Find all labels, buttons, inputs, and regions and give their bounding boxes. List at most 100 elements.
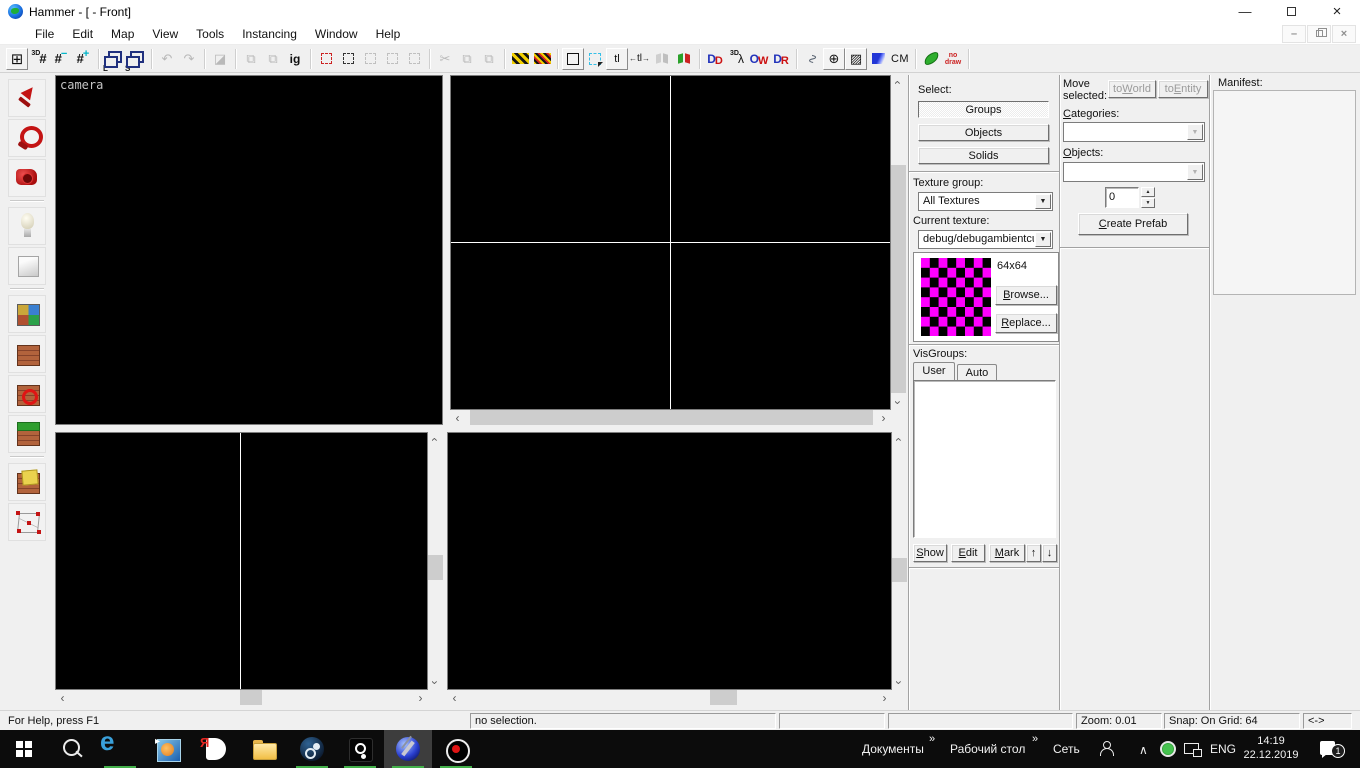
overlay-tool[interactable] xyxy=(8,415,46,453)
prefab-count-field[interactable]: 0 xyxy=(1105,187,1139,208)
toggle-models-2d-icon[interactable]: 3Dλ xyxy=(726,48,748,70)
replace-button[interactable]: Replace... xyxy=(995,313,1057,333)
taskbar-media-player-icon[interactable]: ▸ xyxy=(144,730,192,768)
menu-item-edit[interactable]: Edit xyxy=(63,24,102,44)
displacement-mask-icon[interactable]: ∿ xyxy=(801,48,823,70)
scroll-right-icon[interactable]: › xyxy=(876,410,891,425)
cut-icon[interactable]: ✂ xyxy=(434,48,456,70)
select-objects-button[interactable]: Objects xyxy=(918,124,1049,141)
taskbar-steam-game-icon[interactable] xyxy=(336,730,384,768)
recording-status-icon[interactable] xyxy=(1160,741,1176,757)
select-groups-button[interactable]: Groups xyxy=(918,101,1049,118)
viewport-2d-top-right[interactable] xyxy=(450,75,891,410)
ignore-groups-icon[interactable]: ig xyxy=(284,48,306,70)
chevron-down-icon[interactable]: ▼ xyxy=(1035,232,1051,247)
select-touching-icon[interactable] xyxy=(315,48,337,70)
toggle-detail-dr-icon[interactable]: DR xyxy=(770,48,792,70)
search-button[interactable] xyxy=(48,730,96,768)
cordon-hatch-icon[interactable]: ▨ xyxy=(845,48,867,70)
start-button[interactable] xyxy=(0,730,48,768)
smoothing-groups-leaf-icon[interactable] xyxy=(920,48,942,70)
no-draw-icon[interactable]: nodraw xyxy=(942,48,964,70)
mdi-restore-button[interactable] xyxy=(1307,25,1331,43)
browse-button[interactable]: Browse... xyxy=(995,285,1057,305)
cordon-sphere-icon[interactable]: ⊕ xyxy=(823,48,845,70)
scroll-right-icon[interactable]: › xyxy=(877,690,892,705)
hide-selected-icon[interactable] xyxy=(359,48,381,70)
clipping-tool[interactable] xyxy=(8,463,46,501)
scroll-down-icon[interactable]: › xyxy=(428,675,443,690)
close-button[interactable]: × xyxy=(1314,0,1360,23)
grid-larger-icon[interactable]: #+ xyxy=(72,48,94,70)
texture-preview-image[interactable] xyxy=(921,258,991,336)
grid-smaller-icon[interactable]: #− xyxy=(50,48,72,70)
mirror-colored-icon[interactable] xyxy=(673,48,695,70)
tray-documents-toolbar[interactable]: Документы xyxy=(862,742,924,756)
scroll-left-icon[interactable]: ‹ xyxy=(55,690,70,705)
chevron-down-icon[interactable]: ▼ xyxy=(1187,164,1203,180)
manifest-list[interactable] xyxy=(1213,90,1356,295)
taskbar-steam-icon[interactable] xyxy=(288,730,336,768)
selection-tool[interactable] xyxy=(8,79,46,117)
visgroups-list[interactable] xyxy=(913,380,1056,538)
camera-tool[interactable] xyxy=(8,159,46,197)
scroll-down-icon[interactable]: › xyxy=(892,675,907,690)
categories-dropdown[interactable]: ▼ xyxy=(1063,122,1205,142)
visgroup-edit-button[interactable]: Edit xyxy=(951,544,985,562)
menu-item-tools[interactable]: Tools xyxy=(187,24,233,44)
magnify-selection-icon[interactable] xyxy=(584,48,606,70)
hidden-icons-chevron[interactable]: ∧ xyxy=(1139,743,1148,757)
tab-visgroups-auto[interactable]: Auto xyxy=(957,364,997,381)
taskbar-edge-icon[interactable]: e xyxy=(96,730,144,768)
visgroup-move-up-button[interactable]: ↑ xyxy=(1026,544,1041,562)
select-inside-icon[interactable] xyxy=(337,48,359,70)
texture-lock-icon[interactable]: tl xyxy=(606,48,628,70)
show-hidden-icon[interactable] xyxy=(403,48,425,70)
viewport-2d-bottom-left[interactable] xyxy=(55,432,428,690)
paste-icon[interactable]: ⧉ xyxy=(478,48,500,70)
tray-desktop-toolbar[interactable]: Рабочий стол xyxy=(950,742,1025,756)
grid-toggle-icon[interactable]: ⊞ xyxy=(6,48,28,70)
toggle-overlay-ow-icon[interactable]: OW xyxy=(748,48,770,70)
menu-item-window[interactable]: Window xyxy=(306,24,367,44)
scroll-up-icon[interactable]: ‹ xyxy=(428,432,443,447)
tab-visgroups-user[interactable]: User xyxy=(913,362,955,381)
cm-toggle-icon[interactable]: CM xyxy=(889,48,911,70)
hscrollbar-top-right[interactable]: ‹ › xyxy=(450,410,891,425)
entity-tool[interactable] xyxy=(8,207,46,245)
scroll-left-icon[interactable]: ‹ xyxy=(447,690,462,705)
vscrollbar-bottom-right[interactable]: ‹ › xyxy=(892,432,907,690)
objects-dropdown[interactable]: ▼ xyxy=(1063,162,1205,182)
save-window-state-icon[interactable]: S xyxy=(125,48,147,70)
selection-box-icon[interactable] xyxy=(562,48,584,70)
vscrollbar-bottom-left[interactable]: ‹ › xyxy=(428,432,443,690)
spinner-up-icon[interactable]: ▲ xyxy=(1141,187,1155,197)
spinner-down-icon[interactable]: ▼ xyxy=(1141,198,1155,208)
create-prefab-button[interactable]: Create Prefab xyxy=(1078,213,1188,235)
hide-items-hazard-icon[interactable] xyxy=(509,48,531,70)
mdi-close-button[interactable]: × xyxy=(1332,25,1356,43)
current-texture-dropdown[interactable]: debug/debugambientcu ▼ xyxy=(918,230,1053,249)
load-window-state-icon[interactable]: L xyxy=(103,48,125,70)
viewport-3d-camera[interactable]: camera xyxy=(55,75,443,425)
tray-network-toolbar[interactable]: Сеть xyxy=(1053,742,1080,756)
visgroup-show-button[interactable]: Show xyxy=(913,544,947,562)
vscrollbar-top-right[interactable]: ‹ › xyxy=(891,75,906,410)
apply-current-texture-tool[interactable] xyxy=(8,335,46,373)
menu-item-view[interactable]: View xyxy=(143,24,187,44)
chevron-down-icon[interactable]: ▼ xyxy=(1187,124,1203,140)
to-world-button[interactable]: toWorld xyxy=(1108,80,1156,98)
apply-decals-tool[interactable] xyxy=(8,375,46,413)
people-icon[interactable] xyxy=(1099,741,1115,757)
to-entity-button[interactable]: toEntity xyxy=(1158,80,1208,98)
taskbar-yandex-icon[interactable]: Я xyxy=(192,730,240,768)
scroll-right-icon[interactable]: › xyxy=(413,690,428,705)
tray-documents-chevron[interactable]: » xyxy=(929,733,935,745)
network-status-icon[interactable] xyxy=(1184,743,1200,755)
minimize-button[interactable]: — xyxy=(1222,0,1268,23)
menu-item-help[interactable]: Help xyxy=(367,24,410,44)
ungroup-icon[interactable]: ⧉ xyxy=(262,48,284,70)
group-icon[interactable]: ⧉ xyxy=(240,48,262,70)
block-tool[interactable] xyxy=(8,247,46,285)
texture-group-dropdown[interactable]: All Textures ▼ xyxy=(918,192,1053,211)
